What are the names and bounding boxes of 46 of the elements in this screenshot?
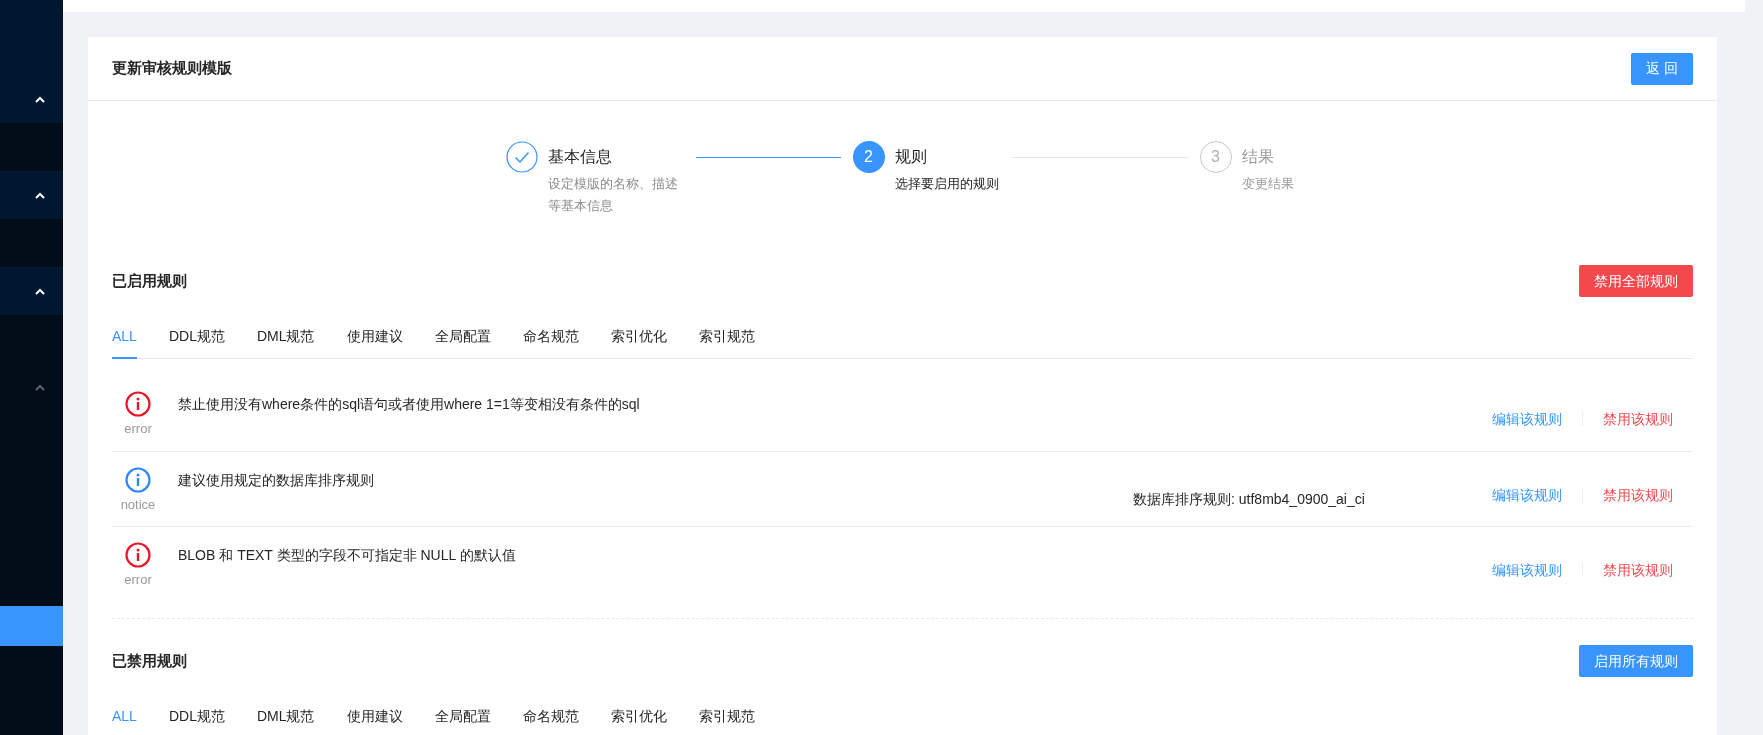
category-tab[interactable]: 全局配置 — [434, 326, 491, 359]
step-description: 设定模版的名称、描述等基本信息 — [547, 175, 679, 215]
rule-description: 建议使用规定的数据库排序规则 — [178, 472, 374, 488]
section-title: 已禁用规则 — [112, 650, 187, 671]
info-circle-icon — [125, 542, 151, 568]
category-tab[interactable]: 索引规范 — [698, 706, 755, 735]
category-tab[interactable]: 命名规范 — [522, 326, 579, 359]
category-tab[interactable]: DDL规范 — [168, 326, 225, 359]
step-title: 规则 — [894, 147, 928, 167]
chevron-up-icon — [35, 95, 45, 103]
chevron-up-icon — [35, 287, 45, 295]
menu-item[interactable] — [0, 606, 63, 646]
step-title: 基本信息 — [547, 147, 613, 167]
step-title: 结果 — [1241, 147, 1275, 167]
category-tab[interactable]: DDL规范 — [168, 706, 225, 735]
category-tab[interactable]: DML规范 — [256, 706, 315, 735]
category-tab[interactable]: 索引优化 — [610, 706, 667, 735]
menu-group-header[interactable] — [0, 75, 63, 123]
menu-group-header[interactable] — [0, 267, 63, 315]
info-circle-icon — [125, 391, 151, 417]
info-circle-icon — [125, 467, 151, 493]
category-tab[interactable]: 命名规范 — [522, 706, 579, 735]
category-tab[interactable]: DML规范 — [256, 326, 315, 359]
category-tab[interactable]: 索引优化 — [610, 326, 667, 359]
category-tab[interactable]: 使用建议 — [346, 706, 403, 735]
disable-rule-link[interactable]: 禁用该规则 — [1603, 485, 1673, 506]
menu-group-header[interactable] — [0, 171, 63, 219]
chevron-up-icon — [35, 383, 45, 391]
level-label: error — [124, 572, 152, 588]
category-tab[interactable]: 使用建议 — [346, 326, 403, 359]
step-description: 变更结果 — [1241, 175, 1294, 193]
rule-description: 禁止使用没有where条件的sql语句或者使用where 1=1等变相没有条件的sql — [178, 396, 640, 412]
rule-value: 数据库排序规则: utf8mb4_0900_ai_ci — [1133, 491, 1365, 507]
category-tab[interactable]: 全局配置 — [434, 706, 491, 735]
page-title: 更新审核规则模版 — [112, 58, 232, 79]
step-number: 2 — [852, 141, 885, 173]
disable-rule-link[interactable]: 禁用该规则 — [1603, 409, 1673, 430]
step-description: 选择要启用的规则 — [894, 175, 999, 193]
disable-rule-link[interactable]: 禁用该规则 — [1603, 560, 1673, 581]
section-action-button[interactable]: 禁用全部规则 — [1579, 265, 1693, 297]
chevron-up-icon — [35, 191, 45, 199]
level-label: error — [124, 421, 152, 437]
section-title: 已启用规则 — [112, 270, 187, 291]
level-label: notice — [120, 497, 156, 513]
category-tab[interactable]: 索引规范 — [698, 326, 755, 359]
rule-description: BLOB 和 TEXT 类型的字段不可指定非 NULL 的默认值 — [178, 547, 516, 563]
